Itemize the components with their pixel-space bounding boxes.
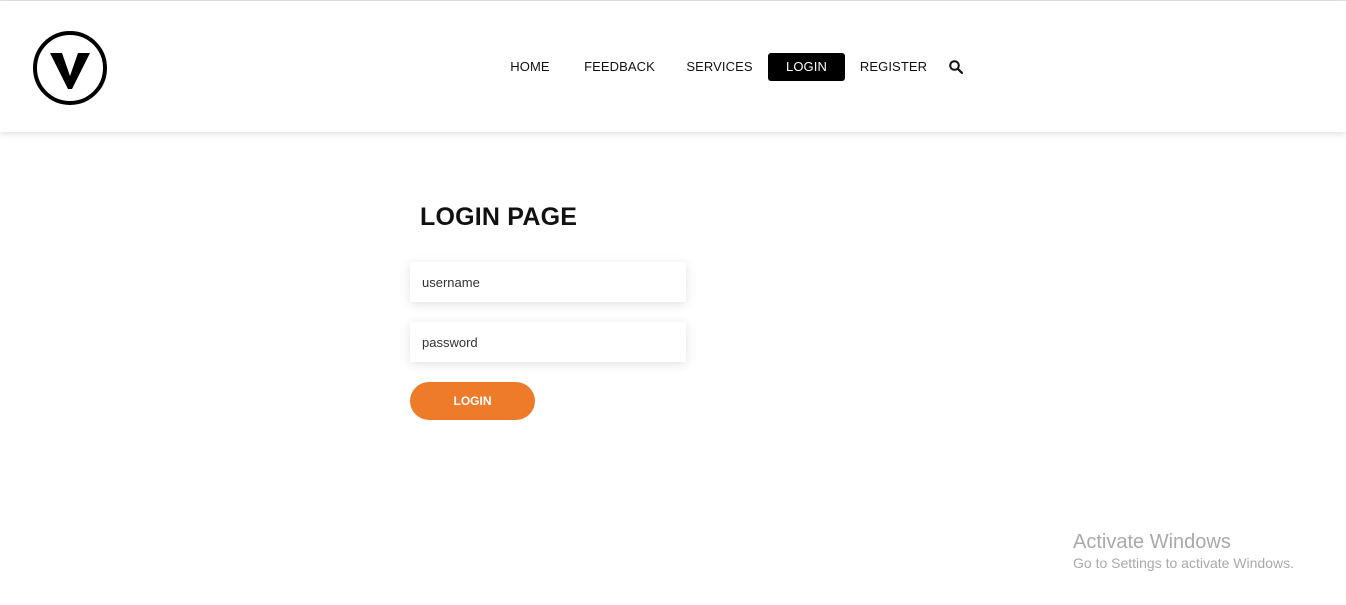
search-icon[interactable] <box>948 59 964 75</box>
page-title: LOGIN PAGE <box>420 203 578 231</box>
username-input[interactable] <box>410 262 686 302</box>
nav-login[interactable]: LOGIN <box>768 53 845 81</box>
login-button[interactable]: LOGIN <box>410 382 535 420</box>
v-logo-icon[interactable] <box>31 29 109 107</box>
site-header: HOME FEEDBACK SERVICES LOGIN REGISTER <box>0 1 1346 132</box>
activate-windows-watermark: Activate Windows Go to Settings to activ… <box>1073 530 1294 572</box>
nav-feedback[interactable]: FEEDBACK <box>578 53 661 81</box>
page: HOME FEEDBACK SERVICES LOGIN REGISTER LO… <box>0 0 1346 605</box>
password-input[interactable] <box>410 322 686 362</box>
nav-services[interactable]: SERVICES <box>681 53 758 81</box>
nav-home[interactable]: HOME <box>502 53 558 81</box>
watermark-title: Activate Windows <box>1073 531 1231 553</box>
nav-register[interactable]: REGISTER <box>855 53 932 81</box>
watermark-subtitle: Go to Settings to activate Windows. <box>1073 555 1294 571</box>
